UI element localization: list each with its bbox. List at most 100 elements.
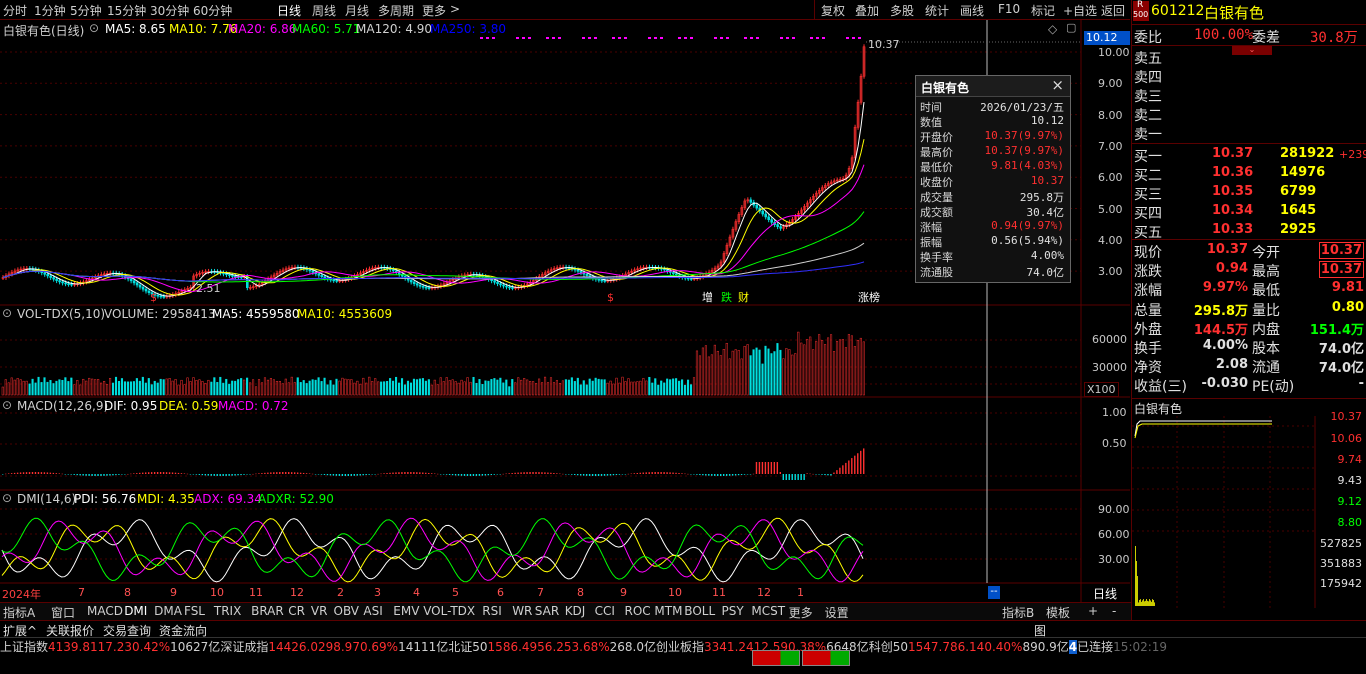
signal-dot (822, 37, 825, 39)
macd-bar (419, 472, 421, 474)
vol-ma5: MA5: 4559580 (212, 307, 300, 321)
volume-bar (669, 379, 672, 396)
macd-bar (722, 474, 725, 476)
indicator-tab-vol-tdx[interactable]: VOL-TDX (423, 604, 475, 618)
indicator-tab-cr[interactable]: CR (288, 604, 305, 618)
f10-button[interactable]: F10 (998, 2, 1020, 16)
indicator-tab-boll[interactable]: BOLL (684, 604, 715, 618)
draw-line-button[interactable]: 画线 (960, 2, 984, 19)
macd-bar (797, 474, 799, 480)
indicator-tab-trix[interactable]: TRIX (214, 604, 241, 618)
macd-bar (133, 473, 135, 474)
macd-bar (380, 473, 382, 475)
indicator-tab-dma[interactable]: DMA (154, 604, 182, 618)
tab-1min[interactable]: 1分钟 (34, 2, 66, 19)
ma-label-0: MA5: 8.65 (105, 22, 166, 36)
indicator-tab-wr[interactable]: WR (512, 604, 532, 618)
indicator-tab-kdj[interactable]: KDJ (565, 604, 586, 618)
tab-30min[interactable]: 30分钟 (150, 2, 189, 19)
settings-circle-icon[interactable]: ⊙ (89, 21, 99, 35)
indicator-right-1[interactable]: 模板 (1046, 604, 1070, 621)
mini-volume-bar (1139, 599, 1140, 606)
indicator-tab-psy[interactable]: PSY (722, 604, 744, 618)
indicator-tab-macd[interactable]: MACD (87, 604, 123, 618)
overlay-button[interactable]: 叠加 (855, 2, 879, 19)
index-name[interactable]: 科创50 (869, 640, 908, 654)
indicator-tab-fsl[interactable]: FSL (184, 604, 205, 618)
data-tooltip-window[interactable]: 白银有色 × 时间 2026/01/23/五 数值 10.12 开盘价 10.37(9.9… (915, 75, 1071, 283)
tab-60min[interactable]: 60分钟 (193, 2, 232, 19)
dmi-adx: ADX: 69.34 (194, 492, 262, 506)
volume-bar (106, 384, 109, 396)
indicator-tab-设置[interactable]: 设置 (825, 604, 849, 621)
tab-weekly[interactable]: 周线 (312, 2, 336, 19)
index-pct: 3.68% (571, 640, 610, 654)
tab-15min[interactable]: 15分钟 (107, 2, 146, 19)
macd-bar (687, 473, 689, 475)
back-button[interactable]: 返回 (1101, 2, 1125, 19)
mark-button[interactable]: 标记 (1031, 2, 1055, 19)
multi-stock-button[interactable]: 多股 (890, 2, 914, 19)
dmi-settings-icon[interactable]: ⊙ (2, 491, 12, 505)
index-value: 14426.02 (268, 640, 326, 654)
candle-body (585, 273, 589, 276)
signal-dot (714, 37, 717, 39)
tab-more[interactable]: 更多 (422, 2, 446, 19)
macd-bar (290, 472, 293, 474)
macd-bar (812, 473, 814, 475)
indicator-tab-mtm[interactable]: MTM (654, 604, 682, 618)
macd-bar (457, 474, 460, 476)
index-name[interactable]: 创业板指 (656, 640, 704, 654)
stat-label: 净资 (1134, 360, 1162, 377)
indicator-tab-指标a[interactable]: 指标A (3, 604, 35, 621)
macd-bar (40, 472, 43, 474)
indicator-tab-rsi[interactable]: RSI (482, 604, 502, 618)
close-icon[interactable]: × (1051, 76, 1064, 94)
indicator-tab-brar[interactable]: BRAR (251, 604, 284, 618)
window-restore-icon[interactable]: ▢ (1066, 21, 1076, 34)
volume-bar (174, 379, 177, 396)
more-arrow-icon[interactable]: > (450, 2, 460, 16)
indicator-tab-窗口[interactable]: 窗口 (51, 604, 75, 621)
volume-bar (296, 377, 299, 396)
indicator-tab-sar[interactable]: SAR (535, 604, 559, 618)
tab-fenshi[interactable]: 分时 (3, 2, 27, 19)
tab-monthly[interactable]: 月线 (345, 2, 369, 19)
fuquan-button[interactable]: 复权 (821, 2, 845, 19)
diamond-icon[interactable]: ◇ (1048, 22, 1057, 36)
volume-bar (397, 382, 401, 396)
volume-bar (293, 382, 296, 396)
indicator-tab-roc[interactable]: ROC (625, 604, 651, 618)
indicator-right-0[interactable]: 指标B (1002, 604, 1034, 621)
index-name[interactable]: 北证50 (448, 640, 487, 654)
indicator-tab-vr[interactable]: VR (311, 604, 328, 618)
volume-bar (141, 376, 144, 396)
macd-bar (308, 473, 311, 474)
index-name[interactable]: 深证成指 (220, 640, 268, 654)
indicator-tab-cci[interactable]: CCI (595, 604, 615, 618)
macd-bar (145, 472, 147, 474)
add-watchlist-button[interactable]: +自选 (1063, 2, 1097, 19)
vol-settings-icon[interactable]: ⊙ (2, 306, 12, 320)
index-name[interactable]: 上证指数 (0, 640, 48, 654)
macd-settings-icon[interactable]: ⊙ (2, 398, 12, 412)
indicator-right-3[interactable]: - (1112, 604, 1116, 618)
mini-volume-bar (1150, 600, 1151, 606)
indicator-tab-mcst[interactable]: MCST (751, 604, 785, 618)
stat-row: 现价 10.37 今开 10.37 (1132, 241, 1366, 261)
tab-multi-period[interactable]: 多周期 (378, 2, 414, 19)
tab-daily[interactable]: 日线 (277, 2, 301, 19)
macd-bar (252, 473, 254, 475)
indicator-tab-更多[interactable]: 更多 (789, 604, 813, 621)
indicator-tab-dmi[interactable]: DMI (124, 604, 147, 618)
indicator-tab-asi[interactable]: ASI (363, 604, 382, 618)
stats-button[interactable]: 统计 (925, 2, 949, 19)
dmi-axis-60: 60.00 (1098, 528, 1130, 541)
indicator-right-2[interactable]: + (1088, 604, 1098, 618)
indicator-tab-obv[interactable]: OBV (334, 604, 360, 618)
indicator-tab-emv[interactable]: EMV (393, 604, 419, 618)
volume-bar (171, 380, 174, 396)
sell-row: 卖四 (1132, 66, 1366, 86)
tab-5min[interactable]: 5分钟 (70, 2, 102, 19)
vol-title: VOL-TDX(5,10) (17, 307, 106, 321)
